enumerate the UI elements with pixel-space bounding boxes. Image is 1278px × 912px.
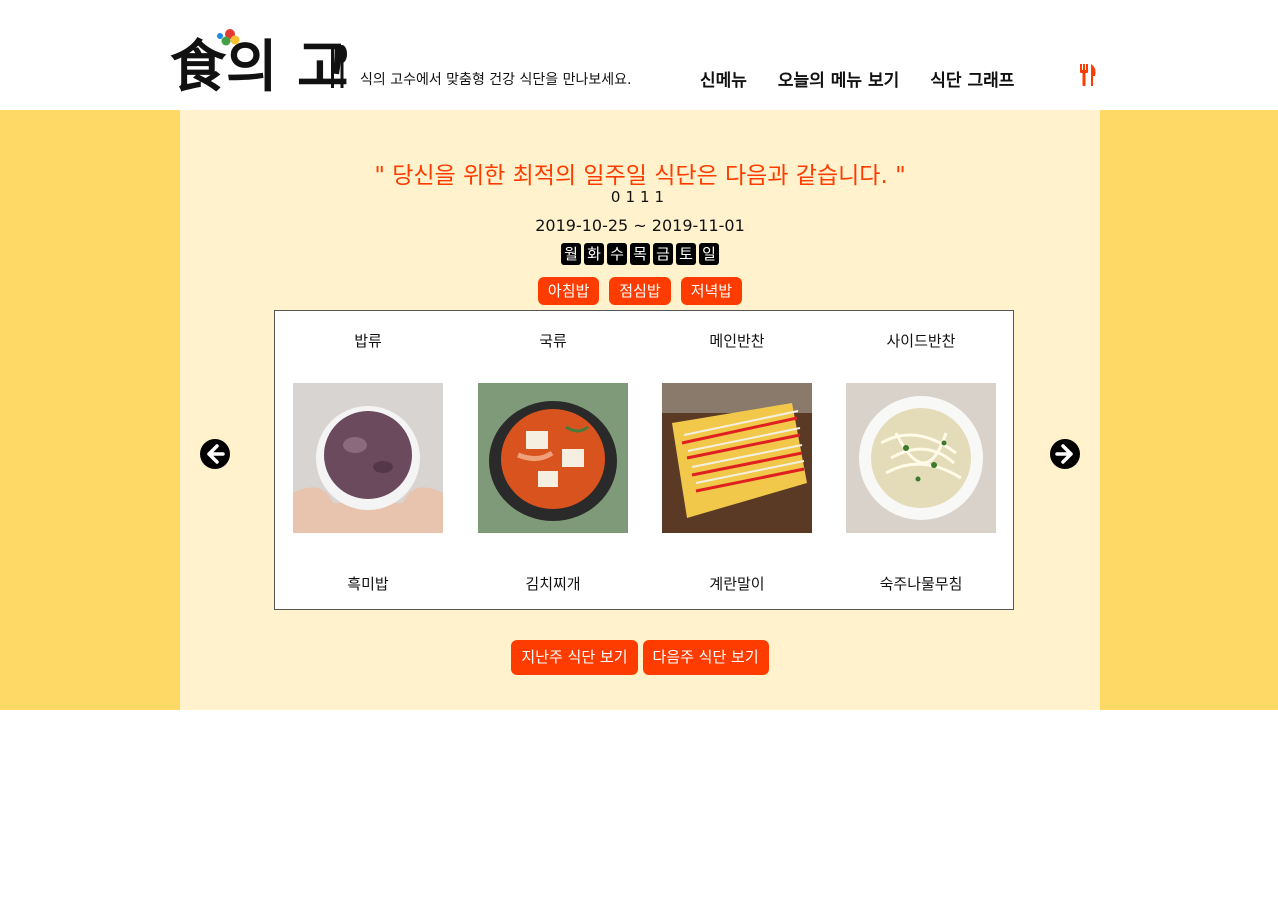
main-nav: 신메뉴 오늘의 메뉴 보기 식단 그래프 [700,64,1096,91]
menu-column-rice: 밥류 흑미밥 [293,311,443,611]
page-headline: " 당신을 위한 최적의 일주일 식단은 다음과 같습니다. " [374,163,906,189]
day-sat[interactable]: 토 [676,243,696,265]
bean-sprout-salad-photo [846,383,996,533]
site-logo[interactable]: 食의 고수 [168,28,350,94]
arrow-right-circle-icon[interactable] [1049,438,1081,470]
site-header: 食의 고수 식의 고수에서 맞춤형 건강 식단을 만나보세요. 신메뉴 오늘의 … [0,0,1278,110]
day-sun[interactable]: 일 [699,243,719,265]
date-range: 2019-10-25 ~ 2019-11-01 [535,216,745,235]
week-navigation: 지난주 식단 보기 다음주 식단 보기 [180,640,1100,675]
dinner-button[interactable]: 저녁밥 [680,277,743,305]
day-selector: 월 화 수 목 금 토 일 [180,243,1100,265]
site-tagline: 식의 고수에서 맞춤형 건강 식단을 만나보세요. [360,72,632,88]
category-label: 사이드반찬 [886,332,956,350]
menu-column-side-dish: 사이드반찬 숙주나물무침 [846,311,996,611]
meal-card: 밥류 흑미밥 국류 김치찌개 메인반찬 계란말이 사이드반찬 숙주나물무침 [274,310,1014,610]
lunch-button[interactable]: 점심밥 [609,277,671,305]
day-mon[interactable]: 월 [561,243,581,265]
kimchi-stew-photo [478,383,628,533]
nav-new-menu[interactable]: 신메뉴 [700,66,747,91]
black-rice-photo [293,383,443,533]
dish-name: 흑미밥 [347,575,389,593]
category-label: 메인반찬 [709,332,765,350]
diet-panel: " 당신을 위한 최적의 일주일 식단은 다음과 같습니다. " 0111 20… [180,110,1100,710]
dish-name: 숙주나물무침 [879,575,963,593]
meal-selector: 아침밥 점심밥 저녁밥 [180,277,1100,305]
dish-name: 김치찌개 [525,575,581,593]
day-wed[interactable]: 수 [607,243,627,265]
day-fri[interactable]: 금 [653,243,673,265]
category-label: 밥류 [354,332,382,350]
breakfast-button[interactable]: 아침밥 [537,277,600,305]
diet-code: 0111 [610,188,670,206]
rolled-omelette-photo [662,383,812,533]
category-label: 국류 [539,332,567,350]
day-tue[interactable]: 화 [584,243,604,265]
day-thu[interactable]: 목 [630,243,650,265]
next-week-button[interactable]: 다음주 식단 보기 [642,640,769,675]
menu-column-soup: 국류 김치찌개 [478,311,628,611]
svg-text:食의 고수: 食의 고수 [170,34,350,94]
prev-week-button[interactable]: 지난주 식단 보기 [511,640,638,675]
arrow-left-circle-icon[interactable] [199,438,231,470]
dish-name: 계란말이 [709,575,765,593]
fork-knife-icon[interactable] [1078,64,1098,86]
menu-column-main-dish: 메인반찬 계란말이 [662,311,812,611]
nav-today-menu[interactable]: 오늘의 메뉴 보기 [778,66,899,91]
nav-diet-graph[interactable]: 식단 그래프 [930,66,1014,91]
